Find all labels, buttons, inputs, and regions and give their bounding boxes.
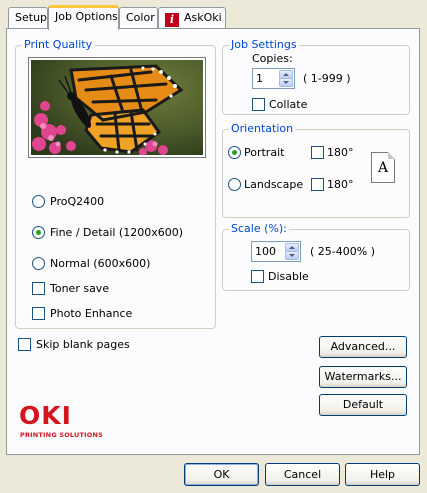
scale-group: Scale (%): 100 ( 25-400% ) Disable (222, 222, 410, 291)
help-button[interactable]: Help (345, 463, 420, 486)
quality-fine-detail-label: Fine / Detail (1200x600) (50, 226, 184, 239)
scale-title: Scale (%): (229, 222, 289, 236)
copies-stepper[interactable]: 1 (252, 68, 295, 89)
advanced-button[interactable]: Advanced... (319, 336, 407, 358)
oki-logo-tagline: PRINTING SOLUTIONS (20, 431, 104, 439)
tab-askoki-label: AskOki (184, 11, 222, 24)
scale-range: ( 25-400% ) (310, 245, 375, 258)
landscape-rotate-180-label: 180° (327, 178, 354, 191)
photo-enhance-checkbox[interactable] (32, 307, 45, 320)
scale-disable-label: Disable (268, 270, 309, 283)
spin-down-icon[interactable] (285, 251, 299, 260)
orientation-portrait-radio[interactable] (228, 146, 241, 159)
tab-setup-label: Setup (15, 11, 48, 24)
cancel-button[interactable]: Cancel (265, 463, 340, 486)
landscape-rotate-180-checkbox[interactable] (311, 178, 324, 191)
orientation-portrait-label: Portrait (244, 146, 285, 159)
skip-blank-pages-checkbox[interactable] (18, 338, 31, 351)
scale-value: 100 (255, 245, 276, 258)
toner-save-label: Toner save (50, 282, 110, 295)
tab-job-options[interactable]: Job Options (48, 5, 119, 30)
orientation-landscape-label: Landscape (244, 178, 304, 191)
watermarks-button[interactable]: Watermarks... (319, 366, 407, 388)
skip-blank-pages-label: Skip blank pages (36, 338, 130, 351)
portrait-rotate-180-checkbox[interactable] (311, 146, 324, 159)
job-options-panel: Print Quality ProQ2400 Fine / Detail (12… (6, 28, 420, 455)
job-settings-group: Job Settings Copies: 1 ( 1-999 ) Collate (222, 38, 410, 115)
tab-color[interactable]: Color (119, 7, 158, 28)
copies-value: 1 (256, 72, 263, 85)
page-orientation-icon: A (371, 152, 395, 183)
tab-color-label: Color (126, 11, 155, 24)
copies-range: ( 1-999 ) (303, 72, 351, 85)
collate-checkbox[interactable] (252, 98, 265, 111)
orientation-title: Orientation (229, 122, 296, 136)
print-quality-title: Print Quality (22, 38, 95, 52)
butterfly-preview-image (31, 60, 203, 156)
photo-enhance-label: Photo Enhance (50, 307, 133, 320)
oki-logo-brand: OKI (19, 401, 72, 430)
default-button[interactable]: Default (319, 394, 407, 416)
print-quality-group: Print Quality ProQ2400 Fine / Detail (12… (15, 38, 216, 329)
tab-askoki[interactable]: i AskOki (158, 7, 226, 28)
job-settings-title: Job Settings (229, 38, 299, 52)
quality-proq2400-label: ProQ2400 (50, 195, 105, 208)
portrait-rotate-180-label: 180° (327, 146, 354, 159)
oki-logo: OKI PRINTING SOLUTIONS (19, 403, 109, 443)
quality-fine-detail-radio[interactable] (32, 226, 45, 239)
tab-job-options-label: Job Options (55, 10, 118, 23)
orientation-landscape-radio[interactable] (228, 178, 241, 191)
spin-down-icon[interactable] (279, 78, 293, 87)
toner-save-checkbox[interactable] (32, 282, 45, 295)
info-icon: i (165, 13, 179, 27)
collate-label: Collate (269, 98, 308, 111)
tab-setup[interactable]: Setup (8, 7, 48, 28)
copies-label: Copies: (252, 52, 293, 65)
page-corner-fold (388, 152, 395, 159)
quality-normal-label: Normal (600x600) (50, 257, 151, 270)
quality-proq2400-radio[interactable] (32, 195, 45, 208)
page-icon-letter: A (377, 160, 389, 176)
print-quality-preview (28, 57, 206, 158)
scale-disable-checkbox[interactable] (251, 270, 264, 283)
ok-button[interactable]: OK (184, 463, 259, 486)
scale-stepper[interactable]: 100 (251, 241, 301, 262)
quality-normal-radio[interactable] (32, 257, 45, 270)
orientation-group: Orientation Portrait 180° Landscape 180°… (222, 122, 410, 218)
